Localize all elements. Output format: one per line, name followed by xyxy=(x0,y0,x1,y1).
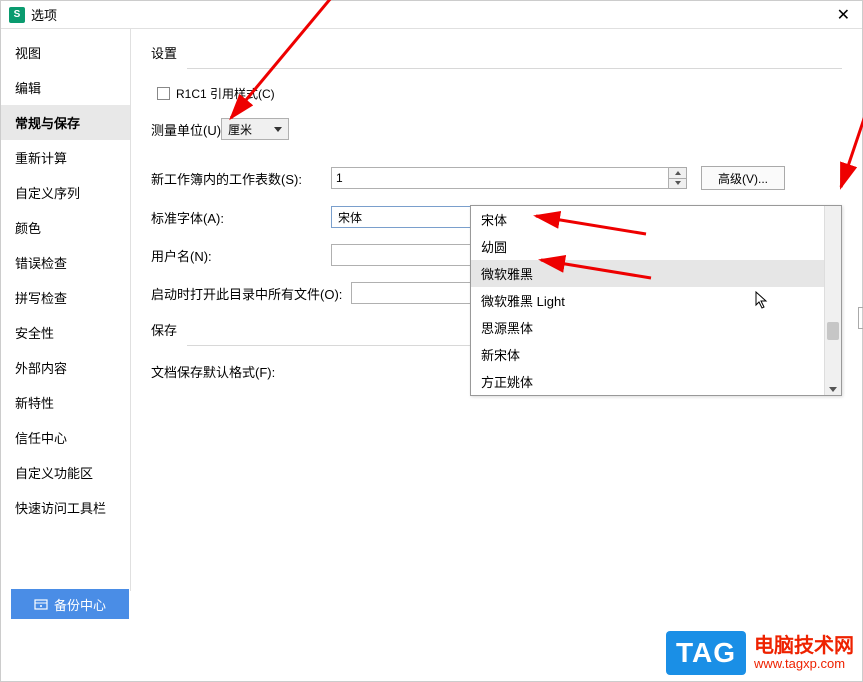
format-select[interactable]: 件(*.xlsx) xyxy=(858,307,863,329)
sidebar-item[interactable]: 编辑 xyxy=(1,70,130,105)
backup-center-button[interactable]: 备份中心 xyxy=(11,589,129,619)
sidebar-item[interactable]: 常规与保存 xyxy=(1,105,130,140)
divider xyxy=(187,68,842,69)
dropdown-item[interactable]: 新宋体 xyxy=(471,341,841,368)
font-dropdown[interactable]: 宋体幼圆微软雅黑微软雅黑 Light思源黑体新宋体方正姚体 xyxy=(470,205,842,396)
font-label: 标准字体(A): xyxy=(151,208,331,227)
startdir-label: 启动时打开此目录中所有文件(O): xyxy=(151,284,351,303)
sidebar: 视图编辑常规与保存重新计算自定义序列颜色错误检查拼写检查安全性外部内容新特性信任… xyxy=(1,29,131,591)
sheets-spinner[interactable] xyxy=(669,167,687,189)
sidebar-item[interactable]: 新特性 xyxy=(1,385,130,420)
sidebar-item[interactable]: 外部内容 xyxy=(1,350,130,385)
unit-select[interactable]: 厘米 xyxy=(221,118,289,140)
sidebar-item[interactable]: 快速访问工具栏 xyxy=(1,490,130,525)
dropdown-scrollbar[interactable] xyxy=(824,206,841,395)
sidebar-item[interactable]: 自定义序列 xyxy=(1,175,130,210)
font-value: 宋体 xyxy=(338,209,362,226)
r1c1-checkbox[interactable] xyxy=(157,87,170,100)
sidebar-item[interactable]: 重新计算 xyxy=(1,140,130,175)
advanced-button[interactable]: 高级(V)... xyxy=(701,166,785,190)
dropdown-item[interactable]: 微软雅黑 xyxy=(471,260,841,287)
window-title: 选项 xyxy=(31,5,833,24)
tag-title: 电脑技术网 xyxy=(754,636,854,656)
sidebar-item[interactable]: 安全性 xyxy=(1,315,130,350)
dropdown-item[interactable]: 思源黑体 xyxy=(471,314,841,341)
scroll-thumb[interactable] xyxy=(827,322,839,340)
sheets-label: 新工作簿内的工作表数(S): xyxy=(151,169,331,188)
tag-url: www.tagxp.com xyxy=(754,656,854,671)
chevron-down-icon xyxy=(274,127,282,132)
sidebar-item[interactable]: 拼写检查 xyxy=(1,280,130,315)
close-icon[interactable]: ✕ xyxy=(833,5,854,25)
format-label: 文档保存默认格式(F): xyxy=(151,362,331,381)
user-label: 用户名(N): xyxy=(151,246,331,265)
sidebar-item[interactable]: 颜色 xyxy=(1,210,130,245)
backup-label: 备份中心 xyxy=(54,595,106,614)
r1c1-label: R1C1 引用样式(C) xyxy=(176,85,275,102)
app-icon: S xyxy=(9,7,25,23)
dropdown-item[interactable]: 微软雅黑 Light xyxy=(471,287,841,314)
box-icon xyxy=(34,597,48,611)
section-settings-title: 设置 xyxy=(151,43,842,62)
watermark: TAG 电脑技术网 www.tagxp.com xyxy=(666,631,854,675)
dropdown-item[interactable]: 宋体 xyxy=(471,206,841,233)
sidebar-item[interactable]: 信任中心 xyxy=(1,420,130,455)
content-panel: 设置 R1C1 引用样式(C) 测量单位(U): 厘米 新工作簿内的工作表数(S… xyxy=(131,29,862,591)
sidebar-item[interactable]: 自定义功能区 xyxy=(1,455,130,490)
sheets-input[interactable] xyxy=(331,167,669,189)
dropdown-item[interactable]: 幼圆 xyxy=(471,233,841,260)
sidebar-item[interactable]: 错误检查 xyxy=(1,245,130,280)
unit-value: 厘米 xyxy=(228,121,252,138)
tag-box: TAG xyxy=(666,631,746,675)
dropdown-item[interactable]: 方正姚体 xyxy=(471,368,841,395)
cursor-icon xyxy=(755,291,769,314)
chevron-down-icon xyxy=(829,387,837,392)
sidebar-item[interactable]: 视图 xyxy=(1,35,130,70)
